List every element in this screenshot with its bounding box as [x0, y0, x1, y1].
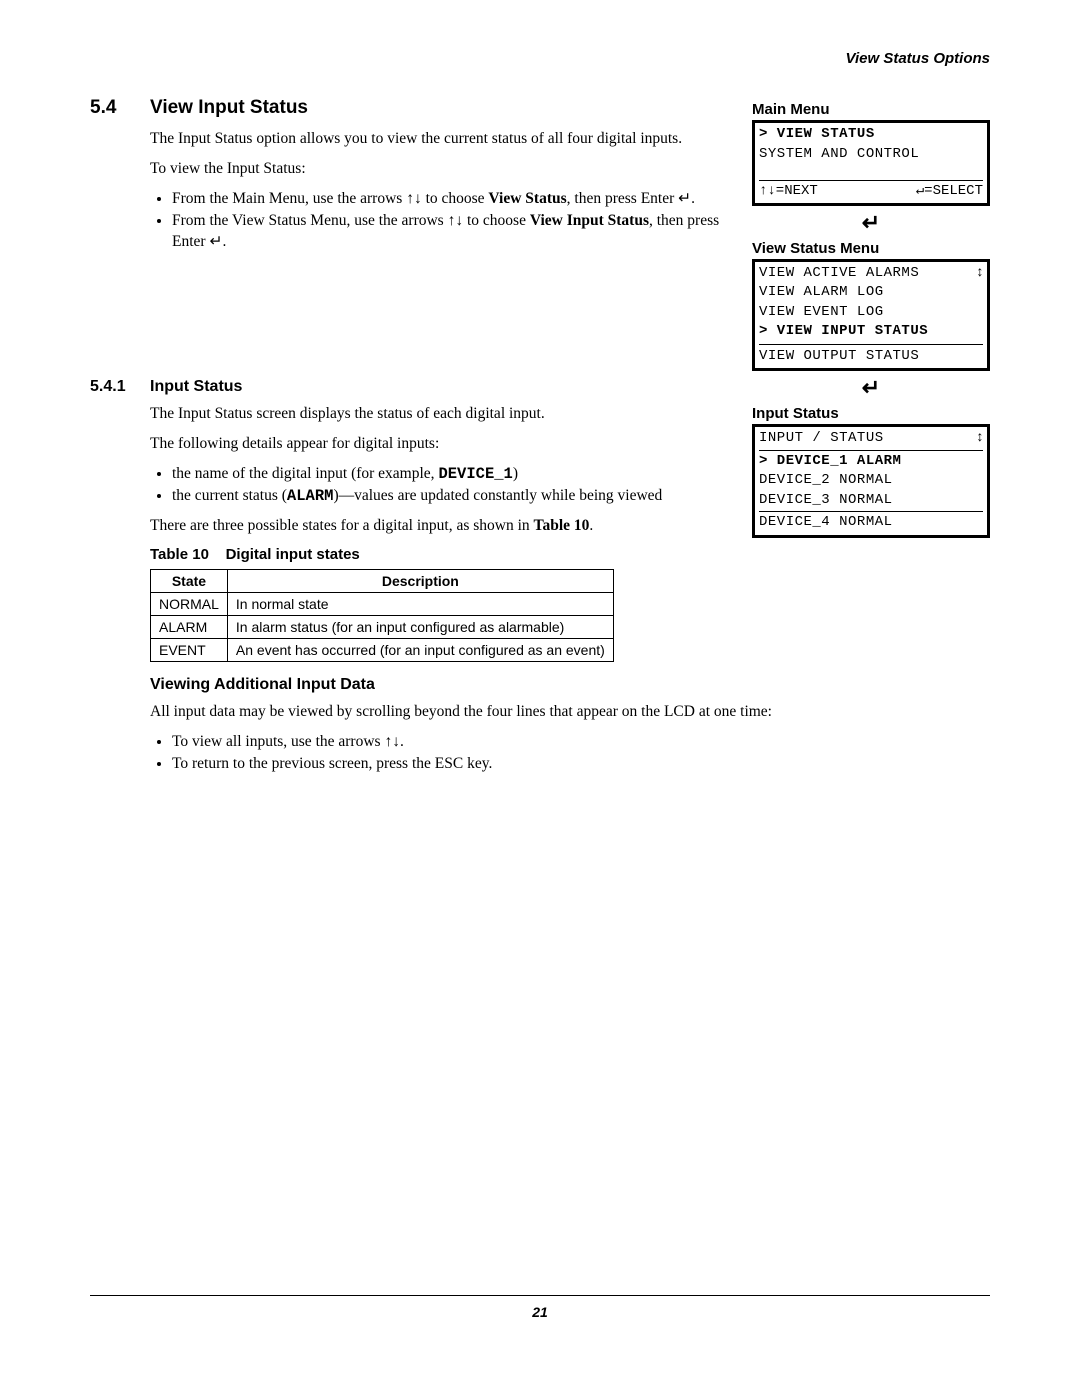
table-caption: Table 10 Digital input states	[150, 546, 738, 563]
lcd-row: DEVICE_2 NORMAL	[759, 471, 983, 491]
subsection-paragraph-3: There are three possible states for a di…	[150, 516, 738, 536]
table-header-state: State	[151, 570, 228, 593]
lcd-row: > DEVICE_1 ALARM	[759, 452, 983, 472]
arrows-glyph: ↑↓	[406, 190, 422, 207]
scroll-icon: ↕	[976, 430, 984, 448]
lcd-row: DEVICE_4 NORMAL	[759, 513, 983, 533]
enter-arrow-icon: ↵	[752, 210, 990, 236]
section-title: View Input Status	[150, 97, 738, 119]
panel-main-label: Main Menu	[752, 101, 990, 118]
enter-arrow-icon: ↵	[752, 375, 990, 401]
lcd-row: DEVICE_3 NORMAL	[759, 491, 983, 511]
text: to choose	[422, 190, 489, 207]
panel-viewstatus-lcd: ↕ VIEW ACTIVE ALARMS VIEW ALARM LOG VIEW…	[752, 259, 990, 372]
table-cell: EVENT	[151, 639, 228, 662]
viewing-paragraph: All input data may be viewed by scrollin…	[150, 702, 990, 722]
enter-glyph: ↵	[678, 190, 691, 207]
panel-inputstatus-label: Input Status	[752, 405, 990, 422]
text: .	[400, 733, 404, 750]
viewing-bullet-2: To return to the previous screen, press …	[172, 754, 990, 774]
table-cell: In normal state	[227, 593, 613, 616]
section-bullet-1: From the Main Menu, use the arrows ↑↓ to…	[172, 189, 738, 209]
bold-term: View Status	[488, 190, 566, 207]
text: There are three possible states for a di…	[150, 517, 534, 534]
viewing-bullet-list: To view all inputs, use the arrows ↑↓. T…	[150, 732, 990, 774]
table-row: EVENT An event has occurred (for an inpu…	[151, 639, 614, 662]
table-cell: NORMAL	[151, 593, 228, 616]
text: From the Main Menu, use the arrows	[172, 190, 406, 207]
code-text: ALARM	[287, 487, 334, 505]
scroll-icon: ↕	[976, 265, 984, 283]
text: to choose	[463, 212, 530, 229]
table-cell: In alarm status (for an input configured…	[227, 616, 613, 639]
table-row: ALARM In alarm status (for an input conf…	[151, 616, 614, 639]
lcd-row: VIEW OUTPUT STATUS	[759, 347, 983, 367]
text: To view all inputs, use the arrows	[172, 733, 384, 750]
arrows-glyph: ↑↓	[448, 212, 464, 229]
header-breadcrumb: View Status Options	[90, 50, 990, 67]
table-row: NORMAL In normal state	[151, 593, 614, 616]
lcd-row: VIEW EVENT LOG	[759, 303, 983, 323]
subsection-bullet-list: the name of the digital input (for examp…	[150, 464, 738, 506]
lcd-row: VIEW ACTIVE ALARMS	[759, 264, 983, 284]
enter-glyph: ↵	[209, 233, 222, 250]
code-text: DEVICE_1	[438, 465, 512, 483]
section-bullet-2: From the View Status Menu, use the arrow…	[172, 211, 738, 251]
text: .	[691, 190, 695, 207]
bold-term: View Input Status	[530, 212, 649, 229]
text: the name of the digital input (for examp…	[172, 465, 438, 482]
section-paragraph-2: To view the Input Status:	[150, 159, 738, 179]
subsection-title: Input Status	[150, 378, 738, 396]
table-cell: An event has occurred (for an input conf…	[227, 639, 613, 662]
viewing-title: Viewing Additional Input Data	[150, 676, 990, 694]
section-paragraph-1: The Input Status option allows you to vi…	[150, 129, 738, 149]
lcd-header-row: INPUT / STATUS	[759, 429, 983, 449]
section-bullet-list: From the Main Menu, use the arrows ↑↓ to…	[150, 189, 738, 251]
subsection-bullet-2: the current status (ALARM)—values are up…	[172, 486, 738, 506]
table-ref: Table 10	[534, 517, 590, 534]
lcd-row: SYSTEM AND CONTROL	[759, 145, 983, 165]
lcd-foot-right: ↵=SELECT	[916, 183, 983, 201]
text: the current status (	[172, 487, 287, 504]
table-header-row: State Description	[151, 570, 614, 593]
lcd-row: VIEW ALARM LOG	[759, 283, 983, 303]
table-caption-num: Table 10	[150, 546, 209, 563]
states-table: State Description NORMAL In normal state…	[150, 569, 614, 662]
text: .	[589, 517, 593, 534]
table-cell: ALARM	[151, 616, 228, 639]
panel-inputstatus-lcd: ↕ INPUT / STATUS > DEVICE_1 ALARM DEVICE…	[752, 424, 990, 538]
section-number: 5.4	[90, 97, 150, 119]
page-number: 21	[90, 1304, 990, 1320]
panel-main-lcd: > VIEW STATUS SYSTEM AND CONTROL ↑↓=NEXT…	[752, 120, 990, 206]
subsection-bullet-1: the name of the digital input (for examp…	[172, 464, 738, 484]
arrows-glyph: ↑↓	[384, 733, 400, 750]
text: , then press Enter	[567, 190, 678, 207]
table-header-desc: Description	[227, 570, 613, 593]
subsection-paragraph-1: The Input Status screen displays the sta…	[150, 404, 738, 424]
subsection-number: 5.4.1	[90, 378, 150, 396]
lcd-row: > VIEW INPUT STATUS	[759, 322, 983, 342]
footer-rule	[90, 1295, 990, 1296]
table-caption-title: Digital input states	[226, 546, 360, 563]
lcd-row: > VIEW STATUS	[759, 125, 983, 145]
text: From the View Status Menu, use the arrow…	[172, 212, 448, 229]
text: )—values are updated constantly while be…	[333, 487, 662, 504]
viewing-bullet-1: To view all inputs, use the arrows ↑↓.	[172, 732, 990, 752]
text: .	[222, 233, 226, 250]
subsection-paragraph-2: The following details appear for digital…	[150, 434, 738, 454]
panel-viewstatus-label: View Status Menu	[752, 240, 990, 257]
lcd-foot-left: ↑↓=NEXT	[759, 183, 818, 201]
text: )	[513, 465, 518, 482]
